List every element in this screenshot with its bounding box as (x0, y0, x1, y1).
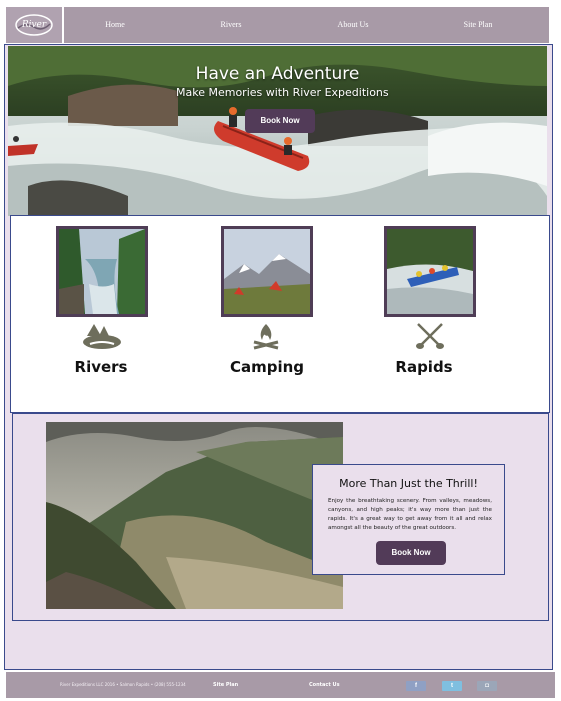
facebook-icon[interactable]: f (406, 681, 426, 691)
footer-site-plan-link[interactable]: Site Plan (213, 672, 238, 698)
campfire-icon (253, 324, 279, 350)
mountain-valley-image (46, 422, 343, 609)
feature-label-camping: Camping (229, 358, 305, 376)
promo-title: More Than Just the Thrill! (339, 477, 478, 490)
rivers-image[interactable] (56, 226, 148, 317)
hero-title: Have an Adventure (195, 64, 360, 84)
feature-label-rapids: Rapids (395, 358, 453, 376)
nav-about-us[interactable]: About Us (308, 7, 398, 43)
feature-label-rivers: Rivers (74, 358, 128, 376)
tree-river-icon (83, 324, 121, 349)
promo-book-now-button[interactable]: Book Now (376, 541, 446, 565)
hero-book-now-button[interactable]: Book Now (245, 109, 315, 133)
hero-banner: Have an Adventure Make Memories with Riv… (8, 46, 547, 216)
footer-contact-link[interactable]: Contact Us (309, 672, 340, 698)
crossed-paddles-icon (416, 323, 444, 349)
camping-photo (224, 229, 310, 314)
footer-copyright: River Expeditions LLC 2016 • Salmon Rapi… (60, 682, 186, 687)
instagram-icon[interactable]: ◘ (477, 681, 497, 691)
logo-icon: River (15, 14, 53, 36)
mountain-photo (46, 422, 343, 609)
hero-subtitle: Make Memories with River Expeditions (176, 86, 389, 99)
twitter-icon[interactable]: t (442, 681, 462, 691)
promo-description: Enjoy the breathtaking scenery. From val… (328, 498, 492, 531)
promo-card: More Than Just the Thrill! Enjoy the bre… (312, 464, 505, 575)
rapids-image[interactable] (384, 226, 476, 317)
rivers-photo (59, 229, 145, 314)
nav-site-plan[interactable]: Site Plan (433, 7, 523, 43)
camping-image[interactable] (221, 226, 313, 317)
nav-rivers[interactable]: Rivers (186, 7, 276, 43)
svg-text:River: River (21, 20, 47, 30)
site-logo[interactable]: River (6, 7, 64, 43)
nav-home[interactable]: Home (70, 7, 160, 43)
rapids-photo (387, 229, 473, 314)
